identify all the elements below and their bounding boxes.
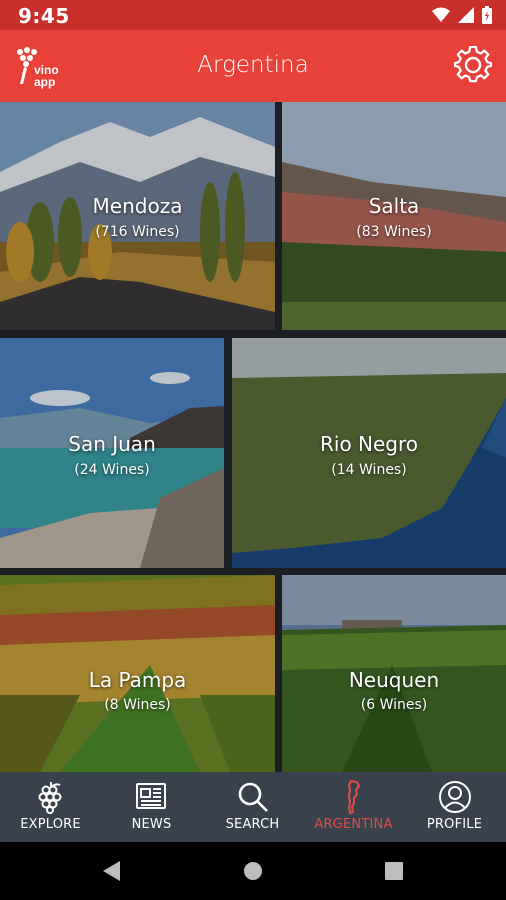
bottom-navigation: EXPLORE NEWS SEARCH ARGENTINA PROFILE xyxy=(0,772,506,842)
region-wine-count: (716 Wines) xyxy=(95,224,180,240)
nav-argentina[interactable]: ARGENTINA xyxy=(303,772,404,842)
region-tile-salta[interactable]: Salta (83 Wines) xyxy=(282,102,506,330)
nav-label: EXPLORE xyxy=(20,817,81,832)
region-name: Mendoza xyxy=(92,194,183,218)
battery-icon xyxy=(482,6,492,24)
region-wine-count: (8 Wines) xyxy=(104,697,171,713)
status-time: 9:45 xyxy=(18,4,70,28)
region-wine-count: (83 Wines) xyxy=(356,224,432,240)
region-name: Neuquen xyxy=(348,668,440,692)
status-bar: 9:45 xyxy=(0,0,506,30)
region-tile-neuquen[interactable]: Neuquen (6 Wines) xyxy=(282,575,506,772)
nav-search[interactable]: SEARCH xyxy=(202,772,303,842)
region-tile-rio-negro[interactable]: Rio Negro (14 Wines) xyxy=(232,338,506,568)
grapes-icon xyxy=(38,782,62,814)
region-wine-count: (24 Wines) xyxy=(74,462,150,478)
region-wine-count: (14 Wines) xyxy=(331,462,407,478)
newspaper-icon xyxy=(136,783,166,809)
nav-news[interactable]: NEWS xyxy=(101,772,202,842)
nav-explore[interactable]: EXPLORE xyxy=(0,772,101,842)
signal-icon xyxy=(458,7,474,23)
region-name: Salta xyxy=(368,194,420,218)
profile-icon xyxy=(439,781,471,813)
region-name: San Juan xyxy=(68,432,156,456)
region-name: Rio Negro xyxy=(319,432,419,456)
region-tile-san-juan[interactable]: San Juan (24 Wines) xyxy=(0,338,224,568)
region-name: La Pampa xyxy=(88,668,187,692)
region-wine-count: (6 Wines) xyxy=(360,697,428,713)
region-tile-la-pampa[interactable]: La Pampa (8 Wines) xyxy=(0,575,275,772)
region-tile-mendoza[interactable]: Mendoza (716 Wines) xyxy=(0,102,275,330)
system-navigation-bar xyxy=(0,842,506,900)
recents-icon[interactable] xyxy=(385,862,403,880)
argentina-map-icon xyxy=(348,780,360,814)
settings-gear-icon[interactable] xyxy=(454,46,492,84)
nav-label: ARGENTINA xyxy=(314,817,393,832)
status-icons xyxy=(432,6,492,24)
wifi-icon xyxy=(432,7,450,22)
nav-label: NEWS xyxy=(131,817,172,832)
nav-label: PROFILE xyxy=(426,817,483,832)
search-icon xyxy=(238,782,268,812)
back-icon[interactable] xyxy=(102,860,122,882)
nav-label: SEARCH xyxy=(225,817,280,832)
app-bar: vino app Argentina xyxy=(0,30,506,102)
nav-profile[interactable]: PROFILE xyxy=(404,772,505,842)
home-icon[interactable] xyxy=(243,861,263,881)
page-title: Argentina xyxy=(197,52,309,78)
